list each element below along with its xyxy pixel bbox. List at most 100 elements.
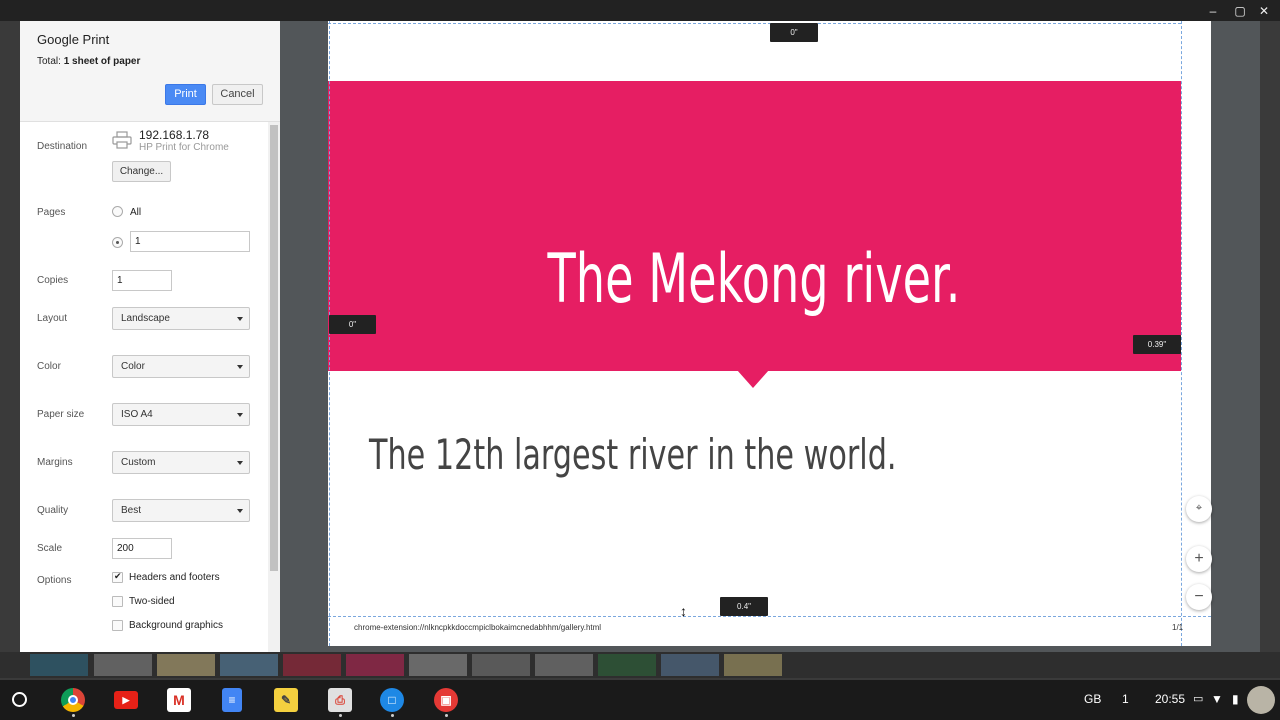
paper-size-value: ISO A4 [121,409,153,420]
quality-label: Quality [37,505,69,516]
thumbnail[interactable] [346,654,404,676]
printer-icon [112,131,132,149]
docs-icon[interactable]: ≡ [222,688,242,712]
chevron-down-icon [237,413,243,417]
notification-count[interactable]: 1 [1122,692,1129,706]
pages-all-label: All [130,207,142,218]
thumbnail[interactable] [535,654,593,676]
margins-value: Custom [121,457,156,468]
copies-input[interactable]: 1 [112,270,172,291]
footer-page-number: 1/1 [1172,623,1184,632]
quality-value: Best [121,505,142,516]
paper-size-select[interactable]: ISO A4 [112,403,250,426]
color-select[interactable]: Color [112,355,250,378]
thumbnail[interactable] [220,654,278,676]
youtube-icon[interactable]: ▶ [114,691,138,709]
copies-label: Copies [37,275,69,286]
print-button[interactable]: Print [165,84,206,105]
print-icon[interactable]: ⎙ [328,688,352,712]
printer-name: 192.168.1.78 [139,128,210,142]
pages-custom-input[interactable]: 1 [130,231,250,252]
running-indicator [391,714,394,717]
banner-notch [737,370,769,388]
sidebar-scroll-thumb[interactable] [270,125,278,571]
dialog-title: Google Print [37,32,110,47]
headers-footers-checkbox[interactable] [112,571,123,583]
running-indicator [445,714,448,717]
chevron-down-icon [237,461,243,465]
scale-label: Scale [37,543,63,554]
background-graphics-checkbox[interactable] [112,620,123,631]
window-titlebar [0,0,1280,21]
sheet-total-prefix: Total: [37,56,64,67]
thumbnail[interactable] [157,654,215,676]
files-icon[interactable]: □ [380,688,404,712]
gmail-icon[interactable]: M [167,688,191,712]
layout-select[interactable]: Landscape [112,307,250,330]
sheet-total-value: 1 sheet of paper [63,56,141,67]
cancel-button[interactable]: Cancel [212,84,263,105]
thumbnail[interactable] [724,654,782,676]
right-margin-guide[interactable] [1181,21,1182,646]
pages-custom-radio[interactable] [112,237,123,248]
color-label: Color [37,361,61,372]
battery-icon: ▮ [1232,692,1239,706]
slide-headline: The Mekong river. [547,240,961,319]
printer-subtitle: HP Print for Chrome [139,142,229,153]
margins-label: Margins [37,457,73,468]
gallery-icon[interactable]: ▣ [434,688,458,712]
right-margin-value: 0.39" [1133,335,1181,354]
chrome-icon[interactable] [61,688,85,712]
pages-all-radio[interactable] [112,206,123,217]
headers-footers-label: Headers and footers [129,572,220,583]
sheet-total: Total: 1 sheet of paper [37,56,140,67]
left-margin-value: 0" [329,315,376,334]
sidebar-header: Google Print Total: 1 sheet of paper Pri… [20,21,280,122]
paper-size-label: Paper size [37,409,85,420]
two-sided-label: Two-sided [129,596,175,607]
top-margin-guide[interactable] [328,23,1181,24]
keep-icon[interactable]: ✎ [274,688,298,712]
title-banner [328,81,1181,371]
bottom-margin-value: 0.4" [720,597,768,616]
zoom-in-button[interactable]: + [1186,546,1212,572]
input-locale[interactable]: GB [1084,692,1101,706]
clock[interactable]: 20:55 [1155,692,1185,706]
chevron-down-icon [237,317,243,321]
avatar[interactable] [1247,686,1275,714]
maximize-icon[interactable]: ▢ [1233,4,1247,18]
running-indicator [339,714,342,717]
thumbnail[interactable] [30,654,88,676]
wifi-icon: ▼ [1211,692,1223,706]
zoom-out-button[interactable]: − [1186,584,1212,610]
change-destination-button[interactable]: Change... [112,161,171,182]
thumbnail[interactable] [598,654,656,676]
thumbnail[interactable] [283,654,341,676]
two-sided-checkbox[interactable] [112,596,123,607]
thumbnail[interactable] [661,654,719,676]
margins-select[interactable]: Custom [112,451,250,474]
chevron-down-icon [237,365,243,369]
running-indicator [72,714,75,717]
background-graphics-label: Background graphics [129,620,223,631]
fit-to-page-icon[interactable]: ⌖ [1186,496,1212,522]
cast-icon[interactable]: ▭ [1193,692,1203,705]
close-icon[interactable]: ✕ [1257,4,1271,18]
scale-input[interactable]: 200 [112,538,172,559]
thumbnail[interactable] [409,654,467,676]
destination-label: Destination [37,141,88,152]
pages-label: Pages [37,207,66,218]
thumbnail[interactable] [94,654,152,676]
slide-subheading: The 12th largest river in the world. [369,430,897,479]
thumbnail[interactable] [472,654,530,676]
bottom-margin-guide[interactable] [328,616,1211,617]
layout-value: Landscape [121,313,170,324]
color-value: Color [121,361,145,372]
footer-url: chrome-extension://nlkncpkkdoccmpiclboka… [354,623,602,632]
resize-cursor-icon: ↕ [680,603,687,619]
quality-select[interactable]: Best [112,499,250,522]
launcher-icon[interactable] [12,692,27,707]
chevron-down-icon [237,509,243,513]
minimize-icon[interactable]: – [1206,4,1220,18]
top-margin-value: 0" [770,23,818,42]
